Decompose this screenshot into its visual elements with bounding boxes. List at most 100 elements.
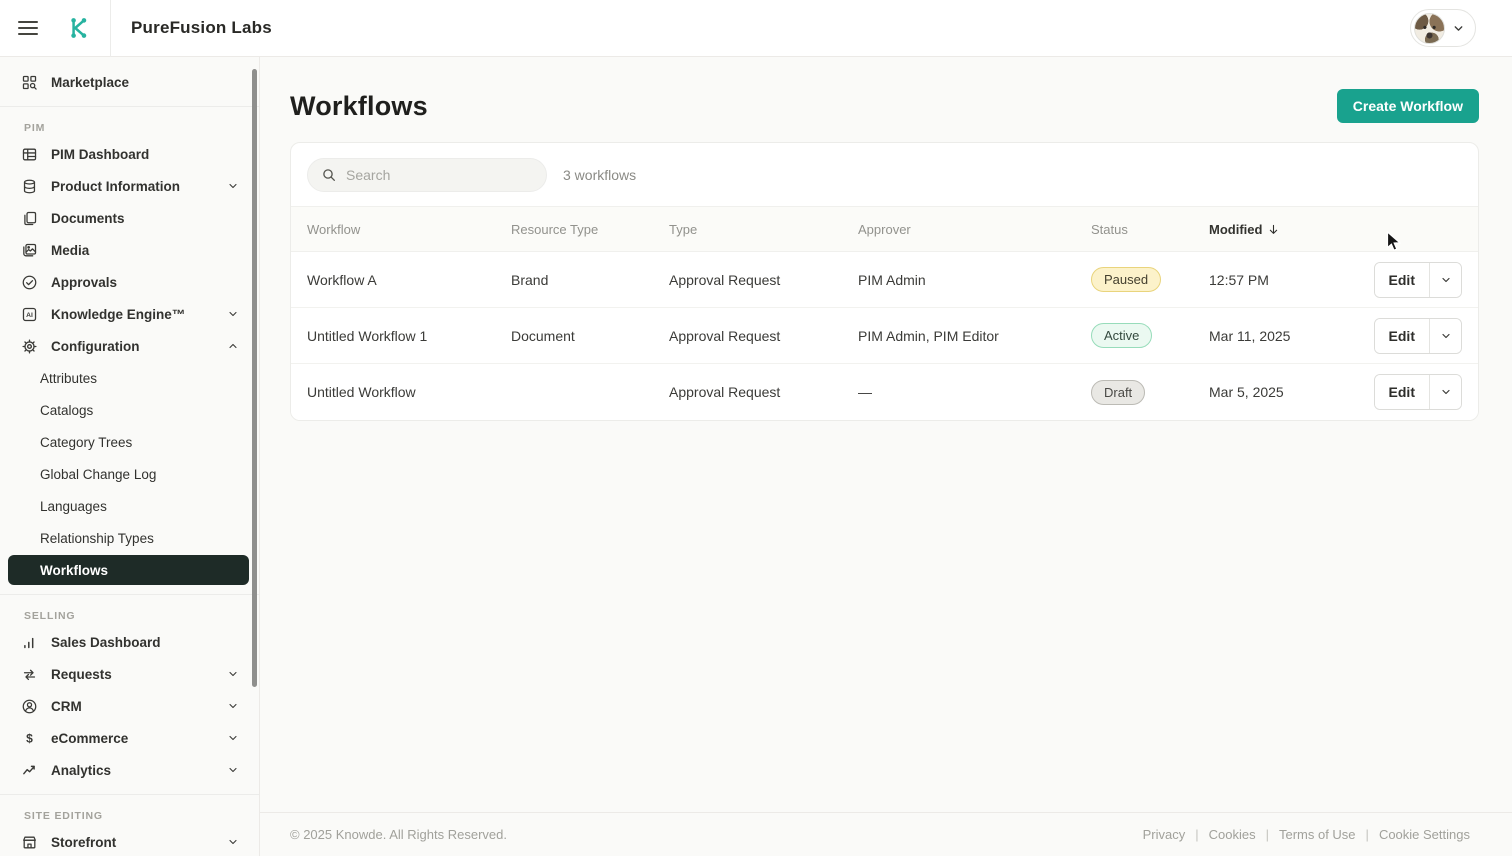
cell-type: Approval Request xyxy=(669,272,858,288)
dollar-icon: $ xyxy=(20,729,38,747)
search-input[interactable] xyxy=(346,167,533,183)
edit-dropdown-button[interactable] xyxy=(1429,263,1461,297)
search-icon xyxy=(321,167,337,183)
sidebar-item-label: CRM xyxy=(51,699,82,714)
footer-link-privacy[interactable]: Privacy xyxy=(1143,827,1186,842)
sidebar-item-crm[interactable]: CRM xyxy=(8,691,249,721)
svg-text:$: $ xyxy=(26,731,33,745)
sidebar-item-analytics[interactable]: Analytics xyxy=(8,755,249,785)
table-row: Untitled Workflow 1 Document Approval Re… xyxy=(291,308,1478,364)
sidebar-item-relationship-types[interactable]: Relationship Types xyxy=(8,523,249,553)
bar-chart-icon xyxy=(20,633,38,651)
gear-icon xyxy=(20,337,38,355)
sidebar-divider xyxy=(0,106,259,107)
topbar: PureFusion Labs xyxy=(0,0,1512,57)
sidebar-item-documents[interactable]: Documents xyxy=(8,203,249,233)
edit-dropdown-button[interactable] xyxy=(1429,375,1461,409)
cell-type: Approval Request xyxy=(669,384,858,400)
footer-separator: | xyxy=(1195,827,1198,842)
documents-icon xyxy=(20,209,38,227)
user-menu[interactable] xyxy=(1410,9,1476,47)
section-label-pim: PIM xyxy=(24,122,259,134)
cell-type: Approval Request xyxy=(669,328,858,344)
footer-link-cookie-settings[interactable]: Cookie Settings xyxy=(1379,827,1470,842)
footer-link-cookies[interactable]: Cookies xyxy=(1209,827,1256,842)
sidebar-subitem-label: Catalogs xyxy=(40,403,93,418)
status-badge: Active xyxy=(1091,323,1152,348)
section-label-selling: SELLING xyxy=(24,610,259,622)
copyright-text: © 2025 Knowde. All Rights Reserved. xyxy=(290,827,507,842)
sidebar-scrollbar[interactable] xyxy=(252,69,257,687)
column-header-resource-type: Resource Type xyxy=(511,222,669,237)
avatar xyxy=(1414,13,1445,44)
cell-approver: PIM Admin, PIM Editor xyxy=(858,328,1091,344)
sidebar-item-label: Marketplace xyxy=(51,75,129,90)
sidebar-item-sales-dashboard[interactable]: Sales Dashboard xyxy=(8,627,249,657)
sidebar-item-label: Product Information xyxy=(51,179,180,194)
chevron-down-icon xyxy=(227,700,239,712)
edit-button[interactable]: Edit xyxy=(1375,319,1429,353)
sidebar-subitem-label: Category Trees xyxy=(40,435,132,450)
table-row: Untitled Workflow Approval Request — Dra… xyxy=(291,364,1478,420)
media-image-icon xyxy=(20,241,38,259)
sidebar-item-marketplace[interactable]: Marketplace xyxy=(8,67,249,97)
database-icon xyxy=(20,177,38,195)
sidebar-item-catalogs[interactable]: Catalogs xyxy=(8,395,249,425)
cell-resource-type: Brand xyxy=(511,272,669,288)
sidebar-item-label: Analytics xyxy=(51,763,111,778)
sidebar-item-category-trees[interactable]: Category Trees xyxy=(8,427,249,457)
chevron-down-icon xyxy=(1452,22,1465,35)
sidebar-item-storefront[interactable]: Storefront xyxy=(8,827,249,856)
sidebar-subitem-label: Relationship Types xyxy=(40,531,154,546)
column-header-modified[interactable]: Modified xyxy=(1209,222,1371,237)
workflow-count: 3 workflows xyxy=(563,167,636,183)
cell-approver: PIM Admin xyxy=(858,272,1091,288)
footer-separator: | xyxy=(1366,827,1369,842)
knowde-logo-icon[interactable] xyxy=(64,13,94,43)
sidebar-item-requests[interactable]: Requests xyxy=(8,659,249,689)
status-badge: Draft xyxy=(1091,380,1145,405)
search-box xyxy=(307,158,547,192)
sidebar-item-label: eCommerce xyxy=(51,731,128,746)
create-workflow-button[interactable]: Create Workflow xyxy=(1337,89,1479,123)
main-content: Workflows Create Workflow 3 workflows Wo… xyxy=(260,57,1512,856)
edit-dropdown-button[interactable] xyxy=(1429,319,1461,353)
footer-separator: | xyxy=(1266,827,1269,842)
chevron-down-icon xyxy=(227,180,239,192)
cell-workflow: Untitled Workflow xyxy=(307,384,511,400)
cell-modified: 12:57 PM xyxy=(1209,272,1371,288)
footer-link-terms-of-use[interactable]: Terms of Use xyxy=(1279,827,1356,842)
sidebar-item-label: Approvals xyxy=(51,275,117,290)
sidebar-item-knowledge-engine[interactable]: AI Knowledge Engine™ xyxy=(8,299,249,329)
edit-split-button: Edit xyxy=(1374,318,1462,354)
sidebar-item-label: Documents xyxy=(51,211,125,226)
sidebar: Marketplace PIM PIM Dashboard Product In… xyxy=(0,57,260,856)
section-label-site-editing: SITE EDITING xyxy=(24,810,259,822)
sidebar-item-ecommerce[interactable]: $ eCommerce xyxy=(8,723,249,753)
sidebar-item-pim-dashboard[interactable]: PIM Dashboard xyxy=(8,139,249,169)
sidebar-item-attributes[interactable]: Attributes xyxy=(8,363,249,393)
marketplace-icon xyxy=(20,73,38,91)
chevron-down-icon xyxy=(227,308,239,320)
dashboard-table-icon xyxy=(20,145,38,163)
chevron-down-icon xyxy=(227,764,239,776)
sidebar-item-approvals[interactable]: Approvals xyxy=(8,267,249,297)
ai-box-icon: AI xyxy=(20,305,38,323)
hamburger-menu-icon[interactable] xyxy=(8,8,48,48)
brand-title: PureFusion Labs xyxy=(131,18,272,38)
edit-button[interactable]: Edit xyxy=(1375,263,1429,297)
sidebar-item-workflows[interactable]: Workflows xyxy=(8,555,249,585)
sidebar-divider xyxy=(0,794,259,795)
sidebar-item-label: Media xyxy=(51,243,89,258)
sidebar-item-label: Sales Dashboard xyxy=(51,635,161,650)
sidebar-item-media[interactable]: Media xyxy=(8,235,249,265)
sidebar-item-configuration[interactable]: Configuration xyxy=(8,331,249,361)
sidebar-item-global-change-log[interactable]: Global Change Log xyxy=(8,459,249,489)
sidebar-item-product-information[interactable]: Product Information xyxy=(8,171,249,201)
page-title: Workflows xyxy=(290,91,428,122)
sidebar-item-languages[interactable]: Languages xyxy=(8,491,249,521)
topbar-divider xyxy=(110,0,111,57)
status-badge: Paused xyxy=(1091,267,1161,292)
workflows-card: 3 workflows Workflow Resource Type Type … xyxy=(290,142,1479,421)
edit-button[interactable]: Edit xyxy=(1375,375,1429,409)
